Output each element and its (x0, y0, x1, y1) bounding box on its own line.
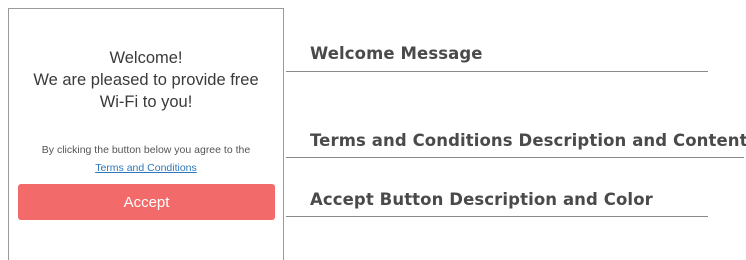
terms-and-conditions-link[interactable]: Terms and Conditions (95, 161, 197, 175)
callout-accept-line (286, 216, 708, 217)
terms-description: By clicking the button below you agree t… (41, 144, 251, 156)
callout-welcome-label: Welcome Message (310, 44, 483, 63)
accept-button[interactable]: Accept (18, 184, 275, 220)
welcome-line-1: Welcome! (109, 49, 183, 67)
captive-portal-preview: Welcome! We are pleased to provide free … (8, 8, 284, 260)
callout-accept-label: Accept Button Description and Color (310, 190, 653, 209)
callout-welcome-line (286, 71, 708, 72)
terms-link-row: Terms and Conditions (9, 160, 283, 175)
welcome-line-2: We are pleased to provide free (33, 71, 259, 89)
welcome-message: Welcome! We are pleased to provide free … (9, 47, 283, 113)
callout-terms-label: Terms and Conditions Description and Con… (310, 131, 746, 150)
welcome-line-3: Wi-Fi to you! (99, 93, 193, 111)
callout-terms-line (286, 157, 744, 158)
